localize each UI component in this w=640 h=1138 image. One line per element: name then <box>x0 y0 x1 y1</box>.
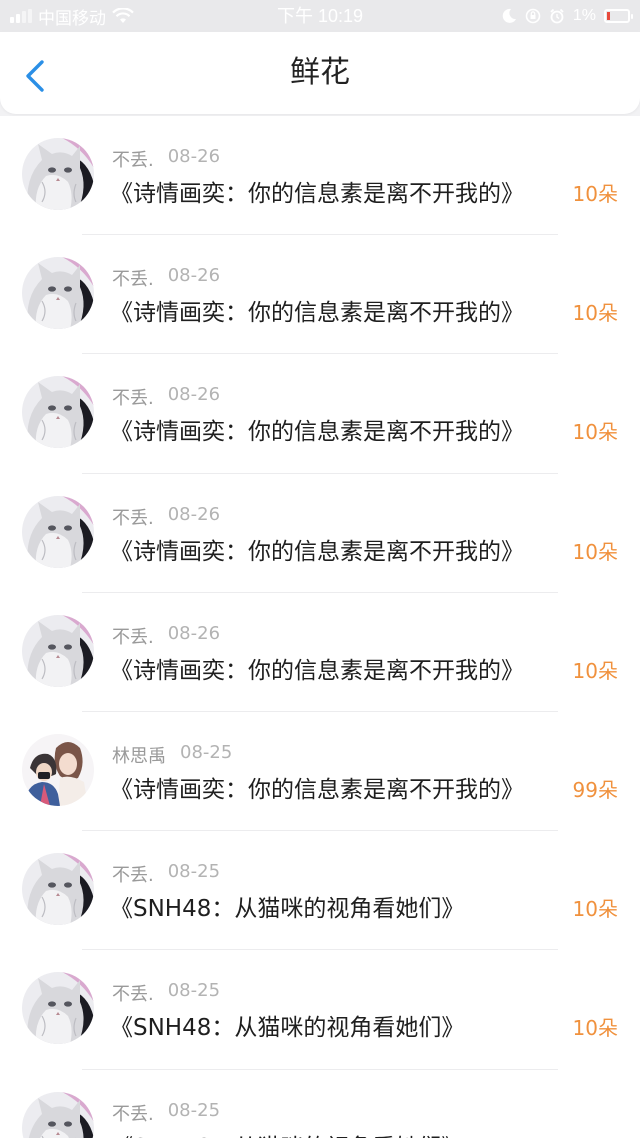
list-item[interactable]: 不丢. 08-26 《诗情画奕：你的信息素是离不开我的》 10朵 <box>0 593 640 713</box>
list-item[interactable]: 不丢. 08-26 《诗情画奕：你的信息素是离不开我的》 10朵 <box>0 116 640 236</box>
avatar[interactable] <box>22 853 94 926</box>
item-meta: 不丢. 08-25 <box>112 861 220 887</box>
item-meta: 不丢. 08-26 <box>112 384 220 410</box>
flower-count: 10朵 <box>572 182 618 206</box>
item-meta: 不丢. 08-25 <box>112 980 220 1006</box>
user-name: 不丢. <box>112 865 154 887</box>
user-name: 不丢. <box>112 507 154 529</box>
item-date: 08-26 <box>167 384 221 406</box>
user-name: 不丢. <box>112 1103 154 1125</box>
item-meta: 不丢. 08-26 <box>112 265 220 291</box>
item-date: 08-26 <box>167 622 221 644</box>
status-bar: 中国移动 下午 10:19 1% <box>0 0 640 32</box>
flower-count: 10朵 <box>573 1132 618 1138</box>
item-date: 08-25 <box>180 741 233 763</box>
list-item[interactable]: 不丢. 08-26 《诗情画奕：你的信息素是离不开我的》 10朵 <box>0 474 640 593</box>
alarm-icon <box>550 8 564 24</box>
flower-count: 10朵 <box>572 539 618 564</box>
user-name: 不丢. <box>112 150 154 171</box>
rotation-lock-icon <box>525 8 541 24</box>
list-item[interactable]: 不丢. 08-25 《SNH48：从猫咪的视角看她们》 10朵 <box>0 950 640 1070</box>
flower-count: 99朵 <box>572 777 618 802</box>
user-name: 林思禹 <box>112 745 166 767</box>
book-title: 《SNH48：从猫咪的视角看她们》 <box>110 1015 465 1042</box>
flower-count: 10朵 <box>572 301 618 326</box>
flower-count: 10朵 <box>572 1016 618 1041</box>
list-item[interactable]: 不丢. 08-25 《SNH48：从猫咪的视角看她们》 10朵 <box>0 831 640 951</box>
list-item[interactable]: 林思禹 08-25 《诗情画奕：你的信息素是离不开我的》 99朵 <box>0 712 640 832</box>
user-name: 不丢. <box>112 984 154 1006</box>
list-item[interactable]: 不丢. 08-26 《诗情画奕：你的信息素是离不开我的》 10朵 <box>0 235 640 355</box>
book-title: 《诗情画奕：你的信息素是离不开我的》 <box>110 181 524 207</box>
user-name: 不丢. <box>112 388 154 410</box>
book-title: 《SNH48：从猫咪的视角看她们》 <box>110 896 465 923</box>
flower-count: 10朵 <box>572 658 618 683</box>
item-date: 08-26 <box>167 146 221 167</box>
avatar[interactable] <box>22 257 94 330</box>
book-title: 《诗情画奕：你的信息素是离不开我的》 <box>110 776 524 803</box>
item-meta: 不丢. 08-25 <box>112 1100 220 1126</box>
item-date: 08-26 <box>167 503 221 525</box>
list-item[interactable]: 不丢. 08-25 《SNH48：从猫咪的视角看她们》 10朵 <box>0 1070 640 1138</box>
avatar[interactable] <box>22 972 94 1045</box>
flower-count: 10朵 <box>572 420 618 445</box>
avatar[interactable] <box>22 733 94 806</box>
flower-list: 不丢. 08-26 《诗情画奕：你的信息素是离不开我的》 10朵 不丢. 08-… <box>0 116 640 1138</box>
page-title: 鲜花 <box>290 55 350 90</box>
user-name: 不丢. <box>112 626 154 648</box>
item-meta: 不丢. 08-26 <box>112 504 220 530</box>
user-name: 不丢. <box>112 269 154 291</box>
nav-bar: 鲜花 <box>0 32 640 114</box>
flower-count: 10朵 <box>572 897 618 922</box>
battery-percent: 1% <box>572 7 596 24</box>
item-date: 08-25 <box>167 861 221 883</box>
list-item[interactable]: 不丢. 08-26 《诗情画奕：你的信息素是离不开我的》 10朵 <box>0 354 640 474</box>
item-meta: 不丢. 08-26 <box>112 623 220 649</box>
avatar[interactable] <box>22 376 94 449</box>
book-title: 《SNH48：从猫咪的视角看她们》 <box>110 1128 464 1138</box>
item-meta: 林思禹 08-25 <box>112 742 232 768</box>
moon-icon <box>502 8 516 23</box>
item-date: 08-26 <box>167 265 221 287</box>
book-title: 《诗情画奕：你的信息素是离不开我的》 <box>110 300 524 327</box>
status-right: 1% <box>501 0 633 32</box>
item-date: 08-25 <box>167 1099 221 1121</box>
book-title: 《诗情画奕：你的信息素是离不开我的》 <box>110 538 524 565</box>
item-meta: 不丢. 08-26 <box>112 146 220 172</box>
avatar[interactable] <box>22 614 94 687</box>
item-date: 08-25 <box>167 980 221 1002</box>
book-title: 《诗情画奕：你的信息素是离不开我的》 <box>110 419 524 446</box>
avatar[interactable] <box>22 138 94 210</box>
avatar[interactable] <box>22 1091 94 1138</box>
avatar[interactable] <box>22 495 94 568</box>
book-title: 《诗情画奕：你的信息素是离不开我的》 <box>110 657 524 684</box>
battery-icon <box>604 9 633 23</box>
